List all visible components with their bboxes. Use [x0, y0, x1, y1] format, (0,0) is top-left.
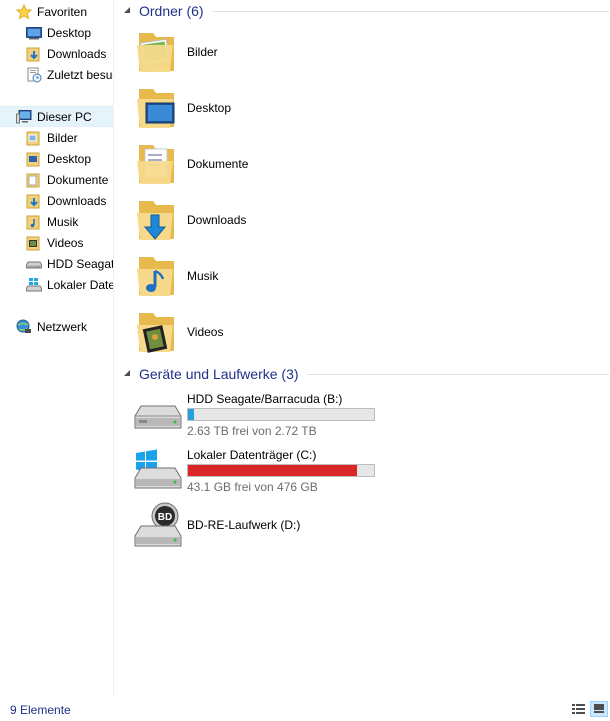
folder-tile-documents[interactable]: Dokumente [133, 138, 333, 190]
documents-folder-icon [26, 172, 42, 188]
group-header-drives[interactable]: Geräte und Laufwerke (3) [123, 364, 609, 384]
pictures-folder-icon [133, 27, 181, 77]
music-folder-icon [133, 251, 181, 301]
nav-this-pc[interactable]: Dieser PC [0, 106, 113, 127]
hard-drive-icon [133, 390, 183, 440]
nav-item-desktop[interactable]: Desktop [26, 22, 113, 43]
nav-item-documents[interactable]: Dokumente [26, 169, 113, 190]
hard-drive-icon [26, 256, 42, 272]
details-view-icon [572, 704, 585, 714]
drive-usage-bar [187, 408, 375, 421]
folder-tile-desktop[interactable]: Desktop [133, 82, 333, 134]
group-divider [306, 373, 609, 375]
large-icons-view-button[interactable] [590, 701, 608, 717]
navigation-pane: Favoriten Desktop Downloads Zuletzt besu… [0, 0, 114, 697]
svg-text:BD: BD [158, 512, 172, 523]
bd-drive-icon: BD [133, 502, 183, 552]
status-bar: 9 Elemente [0, 697, 610, 721]
nav-item-drive-c[interactable]: Lokaler Datenträger (C:) [26, 274, 113, 295]
recent-places-icon [26, 67, 42, 83]
drive-tile-hdd-b[interactable]: HDD Seagate/Barracuda (B:) 2.63 TB frei … [133, 390, 393, 444]
drive-usage-fill [188, 409, 195, 420]
collapse-chevron-icon[interactable] [123, 6, 133, 16]
nav-item-videos[interactable]: Videos [26, 232, 113, 253]
item-count: 9 Elemente [10, 703, 71, 717]
nav-favorites-label: Favoriten [37, 4, 88, 19]
network-icon [16, 319, 32, 335]
folder-tile-pictures[interactable]: Bilder [133, 26, 333, 78]
pictures-folder-icon [26, 130, 42, 146]
documents-folder-icon [133, 139, 181, 189]
nav-item-hdd-b[interactable]: HDD Seagate/Barracuda (B:) [26, 253, 113, 274]
nav-item-recent[interactable]: Zuletzt besucht [26, 64, 113, 85]
nav-item-downloads[interactable]: Downloads [26, 43, 113, 64]
details-view-button[interactable] [570, 701, 588, 717]
videos-folder-icon [133, 307, 181, 357]
folder-tile-music[interactable]: Musik [133, 250, 333, 302]
nav-item-downloads-pc[interactable]: Downloads [26, 190, 113, 211]
downloads-folder-icon [26, 46, 42, 62]
folder-tile-videos[interactable]: Videos [133, 306, 333, 358]
nav-network[interactable]: Netzwerk [16, 316, 113, 337]
drive-tile-c[interactable]: Lokaler Datenträger (C:) 43.1 GB frei vo… [133, 446, 393, 500]
desktop-icon [26, 25, 42, 41]
music-folder-icon [26, 214, 42, 230]
computer-icon [16, 109, 32, 125]
large-icons-view-icon [594, 704, 604, 713]
content-pane: Ordner (6) Bilder Desktop Dokumente Down… [115, 0, 610, 697]
folder-tile-downloads[interactable]: Downloads [133, 194, 333, 246]
drive-tile-bd-d[interactable]: BD BD-RE-Laufwerk (D:) [133, 502, 393, 556]
nav-item-desktop-folder[interactable]: Desktop [26, 148, 113, 169]
drive-usage-bar [187, 464, 375, 477]
nav-item-pictures[interactable]: Bilder [26, 127, 113, 148]
star-icon [16, 3, 33, 20]
collapse-chevron-icon[interactable] [123, 369, 133, 379]
downloads-folder-icon [133, 195, 181, 245]
nav-item-music[interactable]: Musik [26, 211, 113, 232]
group-divider [211, 10, 609, 12]
group-header-folders[interactable]: Ordner (6) [123, 1, 609, 21]
downloads-folder-icon [26, 193, 42, 209]
drive-usage-fill [188, 465, 358, 476]
nav-favorites[interactable]: Favoriten [16, 1, 113, 22]
desktop-folder-icon [26, 151, 42, 167]
system-drive-icon [133, 446, 183, 496]
videos-folder-icon [26, 235, 42, 251]
desktop-folder-icon [133, 83, 181, 133]
system-drive-icon [26, 277, 42, 293]
